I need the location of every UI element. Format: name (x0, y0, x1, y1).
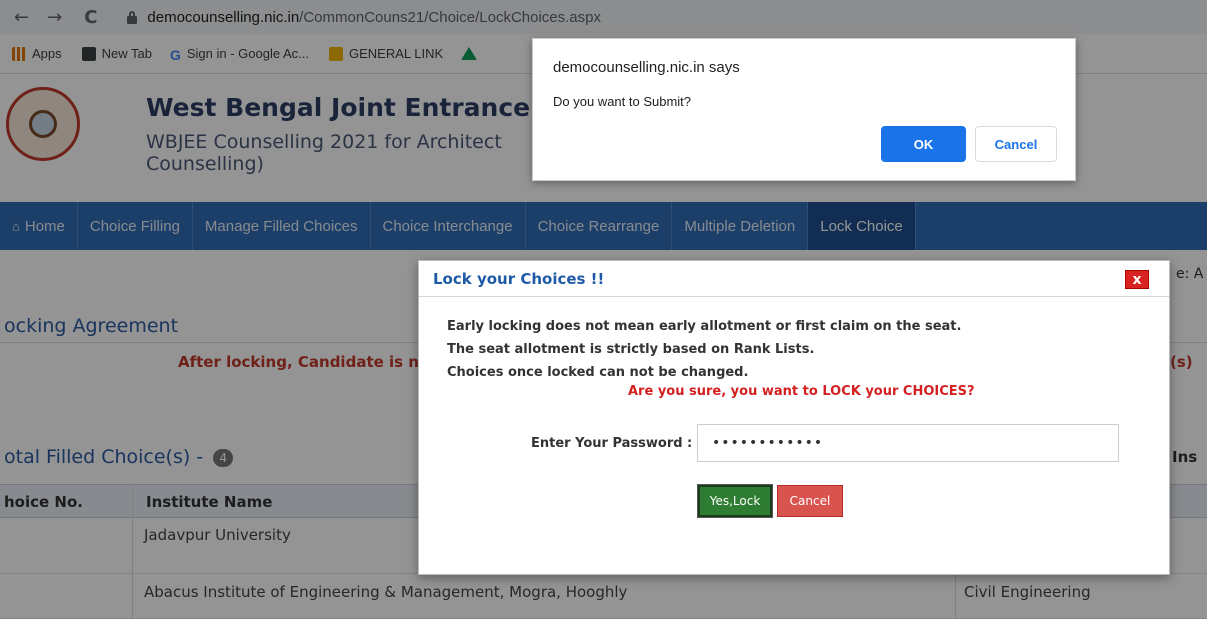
screen: ← → C democounselling.nic.in/CommonCouns… (0, 0, 1207, 619)
lock-choices-modal: Lock your Choices !! x Early locking doe… (418, 260, 1170, 575)
modal-header: Lock your Choices !! x (419, 261, 1169, 297)
browser-confirm-dialog: democounselling.nic.in says Do you want … (532, 38, 1076, 181)
dialog-title: democounselling.nic.in says (553, 59, 740, 76)
ok-button[interactable]: OK (881, 126, 966, 162)
close-button[interactable]: x (1125, 270, 1149, 289)
password-label: Enter Your Password : (531, 436, 693, 451)
yes-lock-button[interactable]: Yes,Lock (697, 484, 773, 518)
dialog-message: Do you want to Submit? (553, 94, 692, 109)
password-input[interactable] (697, 424, 1119, 462)
lock-warning: Are you sure, you want to LOCK your CHOI… (628, 384, 975, 399)
modal-text-line: Choices once locked can not be changed. (447, 365, 749, 380)
modal-cancel-button[interactable]: Cancel (777, 485, 843, 517)
modal-text-line: The seat allotment is strictly based on … (447, 342, 815, 357)
dialog-cancel-button[interactable]: Cancel (975, 126, 1057, 162)
modal-text-line: Early locking does not mean early allotm… (447, 319, 962, 334)
modal-title: Lock your Choices !! (433, 270, 605, 288)
